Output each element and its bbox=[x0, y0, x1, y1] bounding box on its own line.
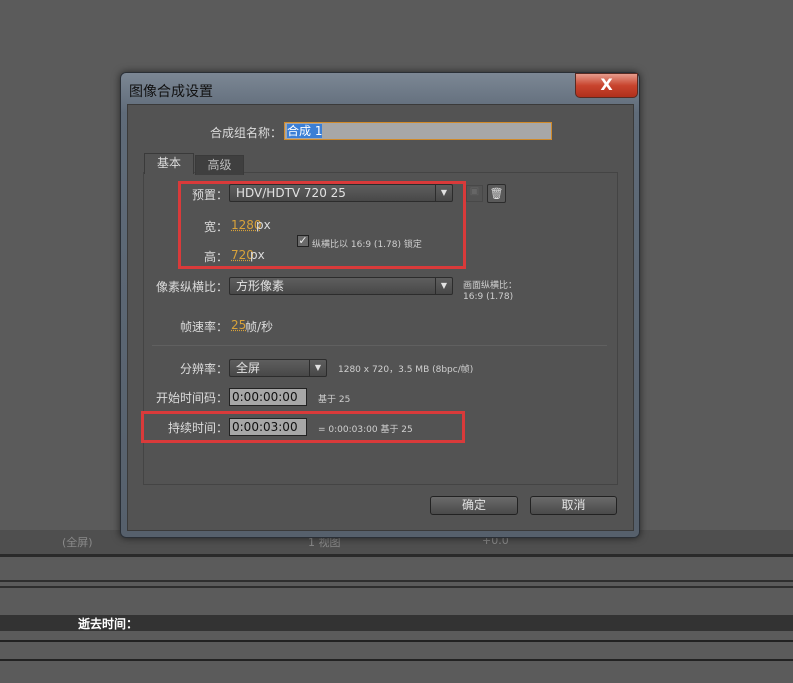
frame-aspect-value: 16:9 (1.78) bbox=[463, 292, 514, 302]
divider bbox=[0, 586, 793, 588]
highlight-box bbox=[141, 411, 465, 443]
chevron-down-icon: ▼ bbox=[309, 360, 326, 376]
chevron-down-icon: ▼ bbox=[435, 278, 452, 294]
elapsed-label: 逝去时间： bbox=[78, 617, 139, 631]
dialog-title: 图像合成设置 bbox=[129, 84, 213, 100]
elapsed-bar: 逝去时间： bbox=[0, 615, 793, 631]
close-button[interactable]: X bbox=[575, 73, 638, 98]
start-timecode-info: 基于 25 bbox=[318, 395, 351, 405]
resolution-label: 分辨率： bbox=[179, 362, 228, 376]
start-timecode-input[interactable]: 0:00:00:00 bbox=[229, 388, 307, 406]
divider bbox=[0, 640, 793, 642]
frame-rate-label: 帧速率： bbox=[179, 320, 228, 334]
tab-basic[interactable]: 基本 bbox=[144, 153, 194, 174]
divider bbox=[152, 345, 607, 346]
pixel-aspect-select[interactable]: 方形像素 ▼ bbox=[229, 277, 453, 295]
start-timecode-label: 开始时间码： bbox=[155, 391, 228, 405]
divider bbox=[0, 580, 793, 582]
resolution-value: 全屏 bbox=[236, 361, 261, 375]
ok-button[interactable]: 确定 bbox=[430, 496, 518, 515]
frame-rate-unit: 帧/秒 bbox=[245, 320, 274, 334]
divider bbox=[0, 659, 793, 661]
comp-name-label: 合成组名称： bbox=[209, 126, 282, 140]
cancel-button[interactable]: 取消 bbox=[530, 496, 617, 515]
pixel-aspect-label: 像素纵横比： bbox=[155, 280, 228, 294]
highlight-box bbox=[178, 181, 466, 269]
comp-name-input[interactable]: 合成 1 bbox=[284, 122, 552, 140]
pixel-aspect-value: 方形像素 bbox=[236, 279, 285, 293]
zoom-select[interactable]: (全屏) bbox=[62, 534, 93, 550]
comp-name-value: 合成 1 bbox=[287, 124, 323, 138]
frame-aspect-label: 画面纵横比： bbox=[463, 281, 518, 291]
tab-advanced[interactable]: 高级 bbox=[195, 155, 244, 175]
frame-rate-value[interactable]: 25 bbox=[231, 318, 246, 332]
resolution-select[interactable]: 全屏 ▼ bbox=[229, 359, 327, 377]
resolution-info: 1280 x 720，3.5 MB (8bpc/帧) bbox=[338, 365, 474, 375]
divider bbox=[0, 554, 793, 557]
save-preset-icon[interactable]: ▣ bbox=[466, 185, 483, 202]
trash-icon[interactable]: 🗑 bbox=[487, 184, 506, 203]
